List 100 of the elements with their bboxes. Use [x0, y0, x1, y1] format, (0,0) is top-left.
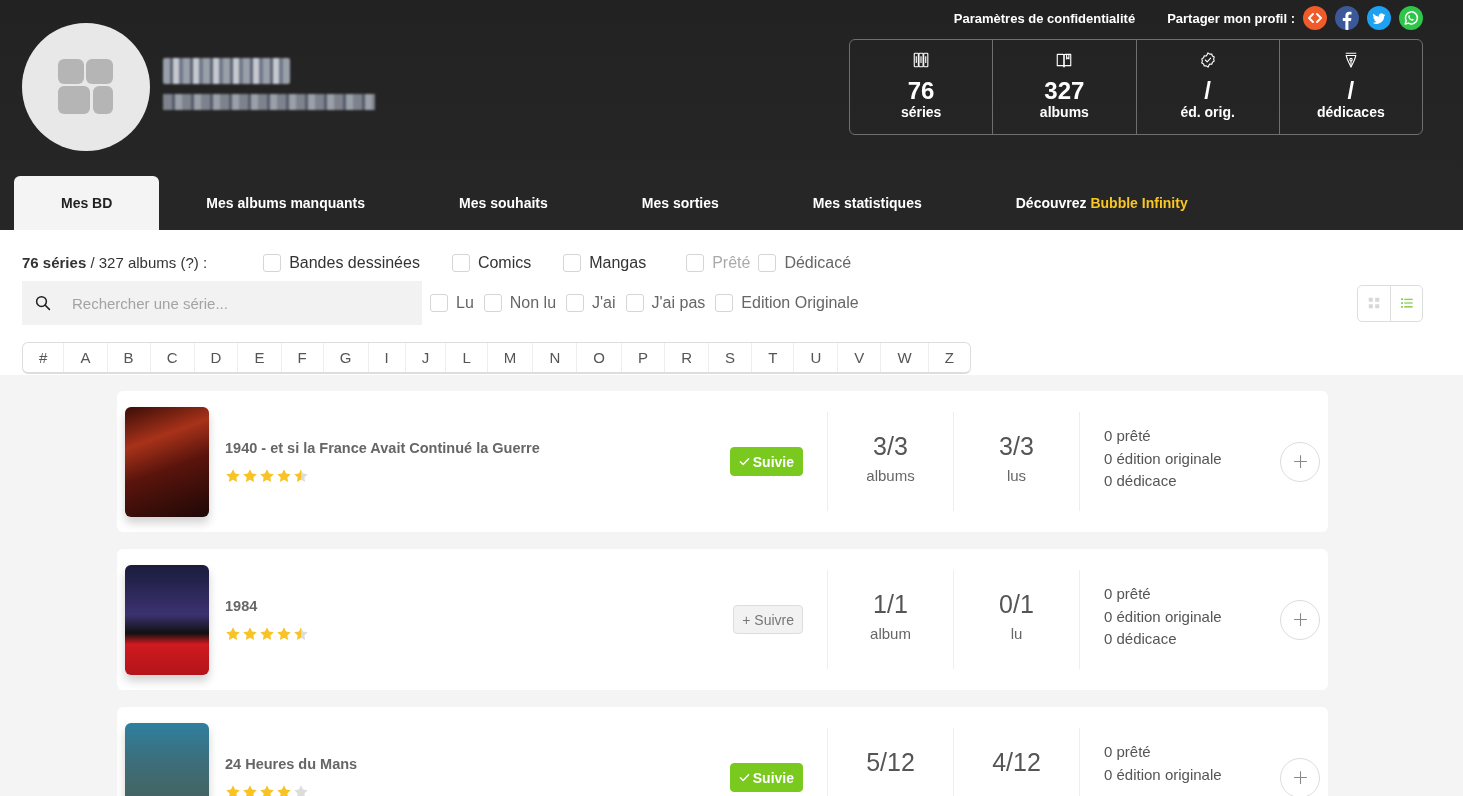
letter-link[interactable]: U: [793, 343, 838, 372]
plus-icon: [1291, 611, 1309, 628]
letter-link[interactable]: S: [708, 343, 752, 372]
letter-link[interactable]: W: [880, 343, 928, 372]
list-icon: [1399, 296, 1414, 310]
checkbox-label[interactable]: J'ai pas: [651, 293, 706, 313]
letter-link[interactable]: I: [367, 343, 405, 372]
letter-link[interactable]: G: [322, 343, 368, 372]
letter-link[interactable]: M: [486, 343, 533, 372]
star-icon: [225, 784, 241, 796]
checkbox-label[interactable]: J'ai: [592, 293, 616, 313]
checkbox-label[interactable]: Bandes dessinées: [289, 253, 420, 273]
tab[interactable]: Mes BD: [14, 176, 160, 230]
checkbox[interactable]: [263, 254, 282, 272]
series-title[interactable]: 1940 - et si la France Avait Continué la Guerre: [225, 439, 540, 457]
detail-text: 0 édition originale: [1104, 606, 1223, 627]
twitter-icon[interactable]: [1367, 6, 1391, 30]
stat-value: 76: [907, 78, 935, 104]
privacy-link[interactable]: Paramètres de confidentialité: [953, 10, 1136, 26]
checkbox-label[interactable]: Mangas: [589, 253, 647, 273]
add-button[interactable]: [1280, 599, 1320, 640]
book-icon: [1055, 51, 1074, 69]
star-icon: [276, 468, 292, 484]
tab[interactable]: Mes albums manquants: [159, 176, 413, 230]
letter-link[interactable]: C: [149, 343, 194, 372]
star-icon: [242, 468, 258, 484]
tab[interactable]: Mes statistiques: [765, 176, 969, 230]
tab[interactable]: Mes souhaits: [412, 176, 595, 230]
star-icon: [225, 468, 241, 484]
search-icon: [34, 294, 52, 312]
checkbox[interactable]: [430, 294, 448, 312]
stat-label: albums: [1039, 104, 1089, 120]
letter-link[interactable]: N: [532, 343, 577, 372]
tab[interactable]: Découvrez Bubble Infinity: [968, 176, 1235, 230]
stat-value: 327: [1044, 78, 1085, 104]
letter-link[interactable]: B: [106, 343, 150, 372]
facebook-icon[interactable]: [1335, 6, 1359, 30]
series-title[interactable]: 24 Heures du Mans: [225, 755, 358, 773]
letter-link[interactable]: A: [63, 343, 107, 372]
letter-link[interactable]: J: [404, 343, 446, 372]
search-field[interactable]: Rechercher une série...: [22, 281, 422, 325]
tab[interactable]: Mes sorties: [594, 176, 766, 230]
stat-label: dédicaces: [1317, 104, 1385, 120]
code-icon[interactable]: [1303, 6, 1327, 30]
star-icon: [276, 626, 292, 642]
checkbox-label[interactable]: Non lu: [509, 293, 557, 313]
checkbox[interactable]: [483, 294, 502, 312]
letter-link[interactable]: R: [664, 343, 709, 372]
letter-link[interactable]: F: [280, 343, 323, 372]
checkbox[interactable]: [563, 254, 582, 272]
stat-label: séries: [900, 104, 942, 120]
whatsapp-icon[interactable]: [1399, 6, 1423, 30]
checkbox-label[interactable]: Dédicacé: [784, 253, 852, 273]
plus-icon: [1291, 453, 1309, 470]
detail-text: 0 dédicace: [1104, 471, 1178, 491]
letter-link[interactable]: Z: [927, 343, 970, 372]
count-label: album: [870, 625, 911, 643]
add-button[interactable]: [1280, 757, 1320, 796]
letter-link[interactable]: V: [837, 343, 881, 372]
detail-text: 0 édition originale: [1104, 448, 1223, 469]
plus-icon: [1291, 769, 1309, 786]
checkbox-label[interactable]: Edition Originale: [741, 293, 859, 313]
letter-link[interactable]: O: [576, 343, 622, 372]
checkbox-label[interactable]: Lu: [456, 293, 474, 313]
checkbox[interactable]: [451, 254, 470, 272]
checkbox[interactable]: [625, 294, 644, 312]
detail-text: 0 dédicace: [1104, 629, 1178, 649]
checkbox[interactable]: [758, 254, 777, 272]
stat-value: /: [1204, 78, 1211, 104]
star-icon: [276, 784, 292, 796]
star-icon: [259, 468, 275, 484]
letter-link[interactable]: D: [193, 343, 238, 372]
letter-link[interactable]: P: [621, 343, 665, 372]
checkbox[interactable]: [566, 294, 585, 312]
check-icon: [738, 456, 750, 467]
letter-link[interactable]: #: [23, 343, 64, 372]
letter-link[interactable]: L: [445, 343, 487, 372]
star-icon: [242, 626, 258, 642]
count-label: albums: [866, 467, 915, 485]
star-icon: [293, 626, 309, 642]
checkbox-label[interactable]: Comics: [477, 253, 532, 273]
letter-link[interactable]: E: [237, 343, 281, 372]
series-title[interactable]: 1984: [225, 597, 258, 615]
follow-button[interactable]: + Suivre: [733, 605, 803, 634]
add-button[interactable]: [1280, 441, 1320, 482]
count-label: lus: [1006, 467, 1027, 485]
star-icon: [259, 626, 275, 642]
detail-text: 0 prêté: [1104, 742, 1152, 762]
stat-value: /: [1347, 78, 1355, 104]
grid-icon: [1367, 296, 1381, 310]
count-label: lu: [1010, 625, 1023, 643]
detail-text: 0 édition originale: [1104, 764, 1223, 785]
books-icon: [912, 51, 931, 69]
count-value: 3/3: [873, 432, 908, 460]
checkbox[interactable]: [715, 294, 734, 312]
series-count: 76 séries / 327 albums (?) :: [22, 253, 208, 273]
badge-check-icon: [1198, 51, 1217, 69]
letter-link[interactable]: T: [751, 343, 794, 372]
detail-text: 0 prêté: [1104, 426, 1152, 446]
stat-label: éd. orig.: [1180, 104, 1235, 120]
